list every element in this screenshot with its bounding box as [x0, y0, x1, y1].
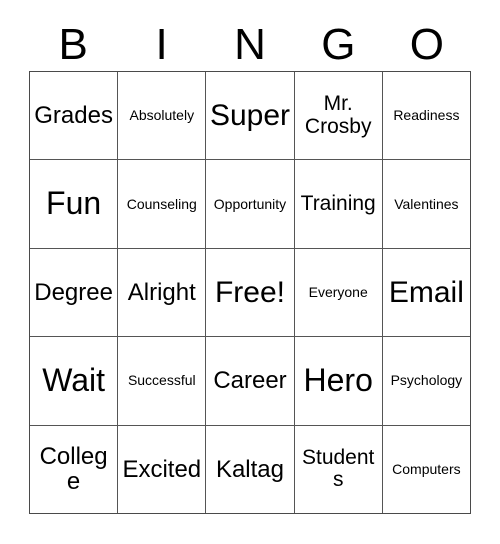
bingo-cell-label: Free! [214, 275, 285, 309]
bingo-cell-label: Fun [46, 185, 102, 222]
bingo-cell-label: Career [213, 367, 287, 395]
header-letter-b: B [58, 19, 88, 69]
bingo-cell[interactable]: Kaltag [206, 425, 294, 513]
bingo-cell-label: Everyone [308, 284, 368, 301]
bingo-cell[interactable]: Career [206, 337, 294, 425]
bingo-cell-label: Valentines [394, 195, 459, 212]
bingo-cell-label: Opportunity [213, 195, 287, 212]
bingo-cell-label: Wait [42, 361, 105, 398]
bingo-grid: Grades Absolutely Super Mr. Crosby Readiness… [29, 71, 471, 514]
bingo-cell-label: Training [300, 191, 376, 215]
bingo-cell[interactable]: Wait [30, 337, 118, 425]
bingo-cell-label: Successful [127, 372, 196, 389]
bingo-cell-label: Hero [303, 361, 373, 398]
bingo-cell[interactable]: Students [294, 425, 382, 513]
bingo-cell[interactable]: Email [382, 248, 470, 337]
header-letter-i: I [155, 19, 168, 69]
bingo-cell-label: Readiness [393, 107, 460, 124]
bingo-cell[interactable]: Opportunity [206, 160, 294, 248]
bingo-cell-label: Degree [34, 278, 113, 306]
bingo-cell[interactable]: Psychology [382, 337, 470, 425]
bingo-cell[interactable]: Mr. Crosby [294, 72, 382, 160]
bingo-cell[interactable]: Valentines [382, 160, 470, 248]
bingo-cell-label: Excited [122, 455, 202, 483]
bingo-cell-label: Absolutely [129, 107, 195, 124]
bingo-cell[interactable]: Absolutely [118, 72, 206, 160]
bingo-cell-label: Email [388, 275, 464, 309]
header-letter-o: O [409, 19, 444, 69]
bingo-cell[interactable]: Alright [118, 248, 206, 337]
bingo-cell[interactable]: College [30, 425, 118, 513]
bingo-cell[interactable]: Grades [30, 72, 118, 160]
bingo-cell-label: Super [209, 98, 291, 132]
header-letter-n: N [234, 19, 266, 69]
bingo-cell-label: Alright [127, 278, 196, 306]
bingo-cell-label: Counseling [126, 195, 197, 212]
bingo-cell[interactable]: Free! [206, 248, 294, 337]
bingo-cell[interactable]: Successful [118, 337, 206, 425]
bingo-cell[interactable]: Excited [118, 425, 206, 513]
bingo-cell[interactable]: Readiness [382, 72, 470, 160]
bingo-cell[interactable]: Computers [382, 425, 470, 513]
bingo-cell[interactable]: Hero [294, 337, 382, 425]
bingo-cell[interactable]: Fun [30, 160, 118, 248]
bingo-cell-label: Grades [34, 101, 113, 129]
header-letter-g: G [321, 19, 356, 69]
bingo-cell[interactable]: Counseling [118, 160, 206, 248]
bingo-cell[interactable]: Super [206, 72, 294, 160]
bingo-cell[interactable]: Everyone [294, 248, 382, 337]
bingo-cell-label: College [39, 442, 108, 496]
bingo-card: B I N G O Grades Absolutely Super Mr. Crosb… [0, 0, 500, 544]
bingo-cell-label: Mr. Crosby [304, 92, 372, 138]
bingo-cell-label: Kaltag [215, 455, 285, 483]
bingo-cell[interactable]: Degree [30, 248, 118, 337]
bingo-cell-label: Students [301, 446, 375, 492]
bingo-header: B I N G O [29, 18, 471, 71]
bingo-cell-label: Computers [392, 460, 461, 477]
bingo-cell[interactable]: Training [294, 160, 382, 248]
bingo-cell-label: Psychology [390, 372, 463, 389]
